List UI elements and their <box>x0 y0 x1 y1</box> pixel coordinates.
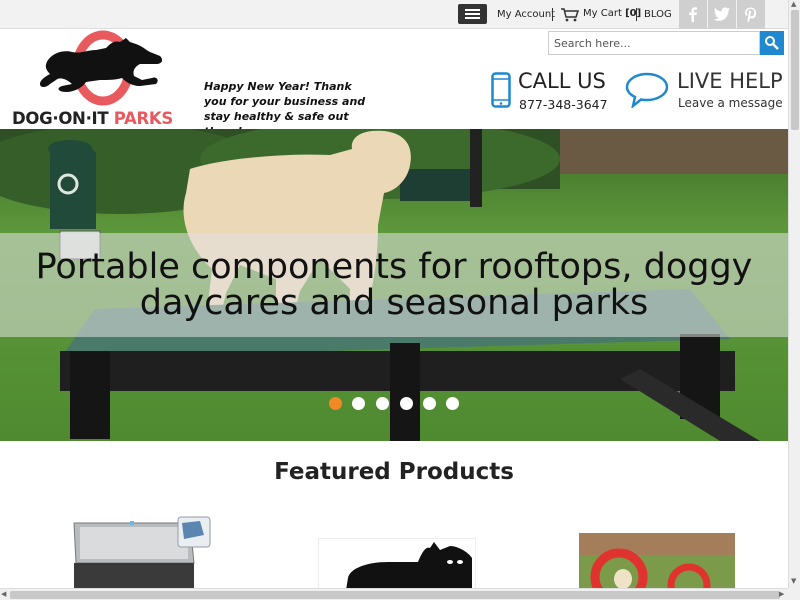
chat-bubble-icon[interactable] <box>625 72 669 112</box>
hamburger-menu-button[interactable] <box>458 4 487 24</box>
horizontal-scrollbar[interactable]: ◀ ▶ <box>0 588 788 600</box>
scroll-up-arrow-icon[interactable]: ▲ <box>791 0 796 8</box>
blog-link[interactable]: BLOG <box>644 9 672 20</box>
hero-caption-line-1: Portable components for rooftops, doggy <box>35 247 753 287</box>
logo-text-parks: PARKS <box>113 109 174 128</box>
search-button[interactable] <box>760 31 784 55</box>
call-us-heading: CALL US <box>518 69 606 93</box>
my-cart-label: My Cart <box>583 8 622 19</box>
slide-dot-4[interactable] <box>400 397 413 410</box>
leave-message-link[interactable]: Leave a message <box>678 96 783 110</box>
slide-dot-1[interactable] <box>329 397 342 410</box>
phone-icon <box>491 72 511 112</box>
featured-products-heading: Featured Products <box>274 459 514 485</box>
scroll-left-arrow-icon[interactable]: ◀ <box>1 590 6 598</box>
search-input[interactable] <box>548 31 760 55</box>
pinterest-icon[interactable] <box>737 0 765 29</box>
live-help-heading[interactable]: LIVE HELP <box>677 69 783 93</box>
divider <box>552 8 553 21</box>
slide-dot-3[interactable] <box>376 397 389 410</box>
hero-slider[interactable]: Portable components for rooftops, doggy … <box>0 129 788 441</box>
top-utility-bar: My Account My Cart [0] BLOG <box>0 0 788 29</box>
scroll-right-arrow-icon[interactable]: ▶ <box>779 590 784 598</box>
divider <box>636 8 637 21</box>
vertical-scrollbar[interactable]: ▲ ▼ <box>788 0 800 588</box>
logo-wordmark: DOG·ON·IT PARKS <box>12 109 173 128</box>
cart-count: [0] <box>625 8 642 19</box>
scrollbar-corner <box>788 588 800 600</box>
slide-dot-2[interactable] <box>352 397 365 410</box>
my-cart-link[interactable]: My Cart [0] <box>583 8 641 19</box>
slide-dot-6[interactable] <box>446 397 459 410</box>
twitter-icon[interactable] <box>708 0 736 29</box>
product-card-dog-wash-station[interactable] <box>70 515 215 590</box>
hero-caption: Portable components for rooftops, doggy … <box>0 249 788 321</box>
my-account-link[interactable]: My Account <box>497 9 555 20</box>
search-icon <box>765 36 779 50</box>
logo-text-dogonit: DOG·ON·IT <box>12 109 114 128</box>
product-card-bulldog-silhouette[interactable] <box>318 538 476 590</box>
scroll-down-arrow-icon[interactable]: ▼ <box>791 577 796 585</box>
facebook-icon[interactable] <box>679 0 707 29</box>
horizontal-scrollbar-thumb[interactable] <box>10 591 780 599</box>
slide-dot-5[interactable] <box>423 397 436 410</box>
vertical-scrollbar-thumb[interactable] <box>791 10 799 130</box>
browser-viewport: My Account My Cart [0] BLOG DOG·ON·IT PA… <box>0 0 800 600</box>
phone-number[interactable]: 877-348-3647 <box>519 97 608 112</box>
hero-caption-line-2: daycares and seasonal parks <box>139 283 649 323</box>
product-card-hoop-jump[interactable] <box>579 533 735 590</box>
cart-icon[interactable] <box>561 7 580 26</box>
